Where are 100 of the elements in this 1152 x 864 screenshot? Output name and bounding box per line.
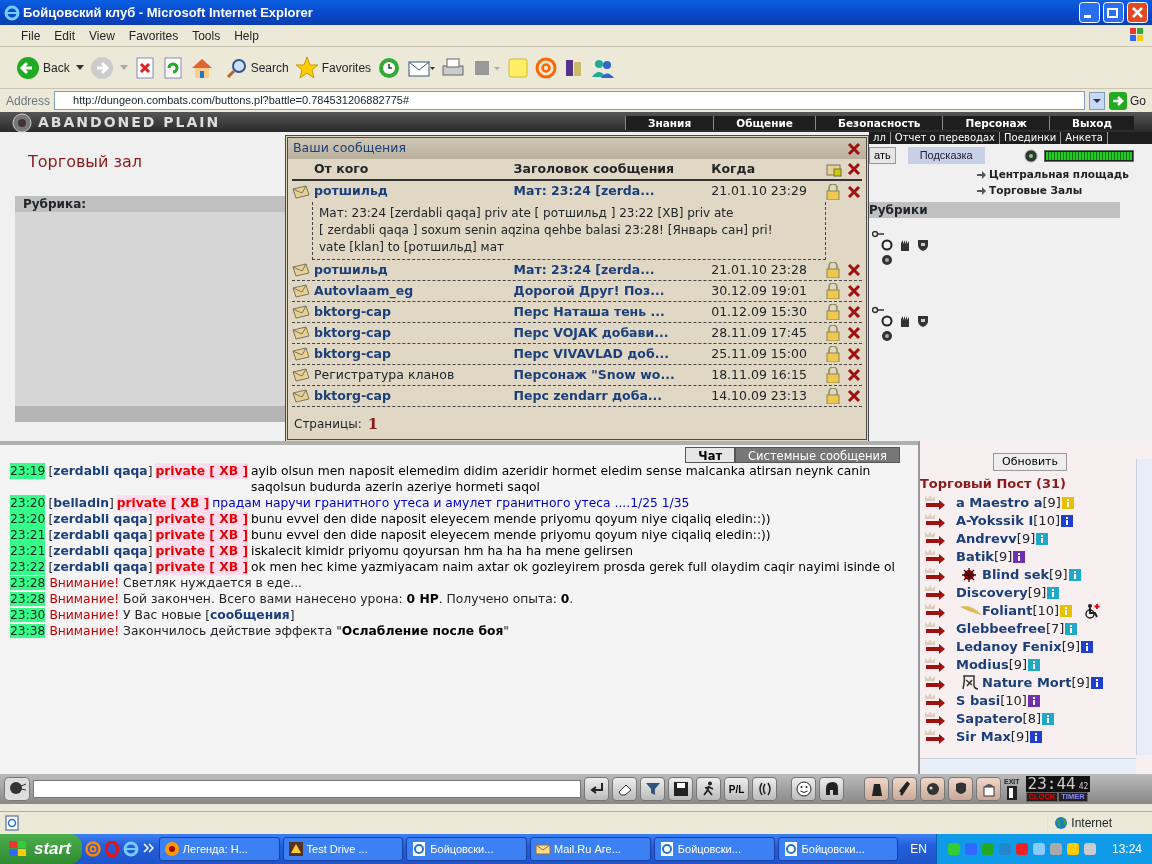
- close-icon[interactable]: [847, 141, 861, 156]
- player-name[interactable]: a Maestro a: [956, 492, 1043, 513]
- sender-name[interactable]: [zerdabli qaqa]: [48, 559, 153, 575]
- subject-link[interactable]: Перс zendarr доба...: [513, 386, 712, 406]
- nav-link[interactable]: Выход: [1049, 116, 1134, 130]
- envelope-icon[interactable]: [292, 184, 310, 199]
- scroll-button[interactable]: [892, 777, 917, 801]
- lock-icon[interactable]: [826, 183, 840, 200]
- player-name[interactable]: Nature Mort: [982, 672, 1072, 693]
- taskbar-button[interactable]: Mail.Ru Аге...: [530, 837, 651, 861]
- partial-button[interactable]: ать: [869, 147, 896, 164]
- taskbar-button[interactable]: Test Drive ...: [282, 837, 404, 861]
- menu-item[interactable]: Edit: [47, 26, 83, 45]
- nav-link[interactable]: Безопасность: [814, 116, 943, 130]
- bag-button[interactable]: [864, 777, 889, 801]
- nav-link[interactable]: Общение: [713, 116, 815, 130]
- lock-icon[interactable]: [826, 304, 840, 320]
- lock-icon[interactable]: [826, 325, 840, 341]
- at-sign-icon[interactable]: [84, 841, 101, 857]
- player-name[interactable]: Foliant: [982, 600, 1033, 621]
- nav-link[interactable]: Поединки: [1000, 132, 1062, 144]
- sender-link[interactable]: ротшильд: [314, 182, 514, 201]
- sender-link[interactable]: Регистратура кланов: [314, 365, 514, 385]
- delete-icon[interactable]: [846, 262, 862, 278]
- nav-link[interactable]: лл: [869, 132, 891, 144]
- delete-icon[interactable]: [846, 304, 862, 320]
- envelope-icon[interactable]: [292, 263, 310, 277]
- menu-item[interactable]: Tools: [185, 26, 228, 45]
- player-name[interactable]: Glebbeefree: [956, 618, 1046, 639]
- page-link[interactable]: 1: [367, 413, 379, 436]
- menu-item[interactable]: Help: [227, 26, 266, 45]
- lock-icon[interactable]: [826, 262, 840, 278]
- menu-item[interactable]: Favorites: [121, 26, 186, 45]
- sender-link[interactable]: bktorg-cap: [314, 386, 514, 406]
- creature-button[interactable]: [920, 777, 945, 801]
- printer-icon[interactable]: [441, 56, 466, 79]
- location-link[interactable]: Центральная площадь: [989, 167, 1129, 183]
- horizontal-scrollbar[interactable]: [920, 758, 1136, 774]
- sender-name[interactable]: [zerdabli qaqa]: [48, 463, 153, 479]
- delete-icon[interactable]: [846, 346, 862, 362]
- filter-button[interactable]: [640, 777, 665, 801]
- sender-link[interactable]: bktorg-cap: [314, 344, 514, 364]
- envelope-icon[interactable]: [292, 347, 310, 361]
- player-name[interactable]: Andrevv: [956, 528, 1017, 549]
- envelope-icon[interactable]: [292, 389, 310, 403]
- vertical-scrollbar[interactable]: [1136, 459, 1152, 755]
- envelope-icon[interactable]: [292, 305, 310, 319]
- go-button[interactable]: Go: [1109, 91, 1146, 110]
- chat-tab[interactable]: Чат: [685, 447, 736, 463]
- envelope-lock-icon[interactable]: [826, 161, 842, 177]
- envelope-icon[interactable]: [292, 326, 310, 340]
- nav-link[interactable]: Анкета: [1061, 132, 1108, 144]
- save-button[interactable]: [668, 777, 693, 801]
- subject-link[interactable]: Дорогой Друг! Поз...: [513, 281, 712, 301]
- sender-name[interactable]: [belladin]: [48, 495, 114, 511]
- chat-input[interactable]: [33, 780, 581, 798]
- ie-logo-icon[interactable]: [122, 841, 139, 857]
- player-name[interactable]: Ledanoy Fenix: [956, 636, 1062, 657]
- maximize-icon[interactable]: [1103, 2, 1124, 23]
- minimize-icon[interactable]: [1079, 2, 1100, 23]
- subject-link[interactable]: Мат: 23:24 [zerda...: [513, 260, 712, 280]
- location-link[interactable]: Торговые Залы: [989, 182, 1083, 199]
- delete-icon[interactable]: [846, 367, 862, 383]
- lock-icon[interactable]: [826, 388, 840, 404]
- envelope-icon[interactable]: [292, 368, 310, 382]
- history-icon[interactable]: [377, 55, 402, 80]
- sender-link[interactable]: ротшильд: [314, 260, 514, 280]
- taskbar-button[interactable]: Бойцовски...: [406, 837, 528, 861]
- enter-button[interactable]: [584, 777, 609, 801]
- sender-name[interactable]: [zerdabli qaqa]: [48, 543, 153, 559]
- start-button[interactable]: start: [0, 834, 82, 864]
- pl-button[interactable]: P/L: [724, 777, 749, 801]
- chat-tab[interactable]: Системные сообщения: [735, 447, 900, 463]
- delete-icon[interactable]: [846, 325, 862, 341]
- subject-link[interactable]: Персонаж "Snow wo...: [513, 365, 712, 385]
- player-name[interactable]: Sir Max: [956, 726, 1011, 747]
- player-name[interactable]: Batik: [956, 546, 994, 567]
- player-name[interactable]: Sapatero: [956, 708, 1023, 729]
- delete-icon[interactable]: [846, 283, 862, 299]
- sender-link[interactable]: bktorg-cap: [314, 323, 514, 343]
- taskbar-button[interactable]: Бойцовски...: [777, 837, 899, 861]
- sound-wave-button[interactable]: [752, 777, 777, 801]
- speaking-head-icon[interactable]: [4, 777, 30, 801]
- sender-link[interactable]: bktorg-cap: [314, 302, 514, 322]
- lock-icon[interactable]: [826, 367, 840, 383]
- tray-icon[interactable]: [1083, 842, 1097, 856]
- sender-name[interactable]: [zerdabli qaqa]: [48, 527, 153, 543]
- info-icon[interactable]: [1081, 640, 1094, 653]
- tray-icon[interactable]: [1066, 842, 1080, 856]
- tray-icon[interactable]: [1015, 842, 1029, 856]
- envelope-icon[interactable]: [292, 284, 310, 298]
- refresh-button[interactable]: Обновить: [993, 453, 1067, 471]
- info-icon[interactable]: [1090, 676, 1103, 689]
- info-icon[interactable]: [1013, 550, 1026, 563]
- smiley-button[interactable]: [791, 777, 816, 801]
- nav-link[interactable]: Персонаж: [942, 116, 1050, 130]
- info-icon[interactable]: [1061, 514, 1073, 527]
- subject-link[interactable]: Перс Наташа тень ...: [513, 302, 712, 322]
- sender-name[interactable]: [zerdabli qaqa]: [48, 511, 153, 527]
- nav-link[interactable]: Знания: [625, 116, 714, 130]
